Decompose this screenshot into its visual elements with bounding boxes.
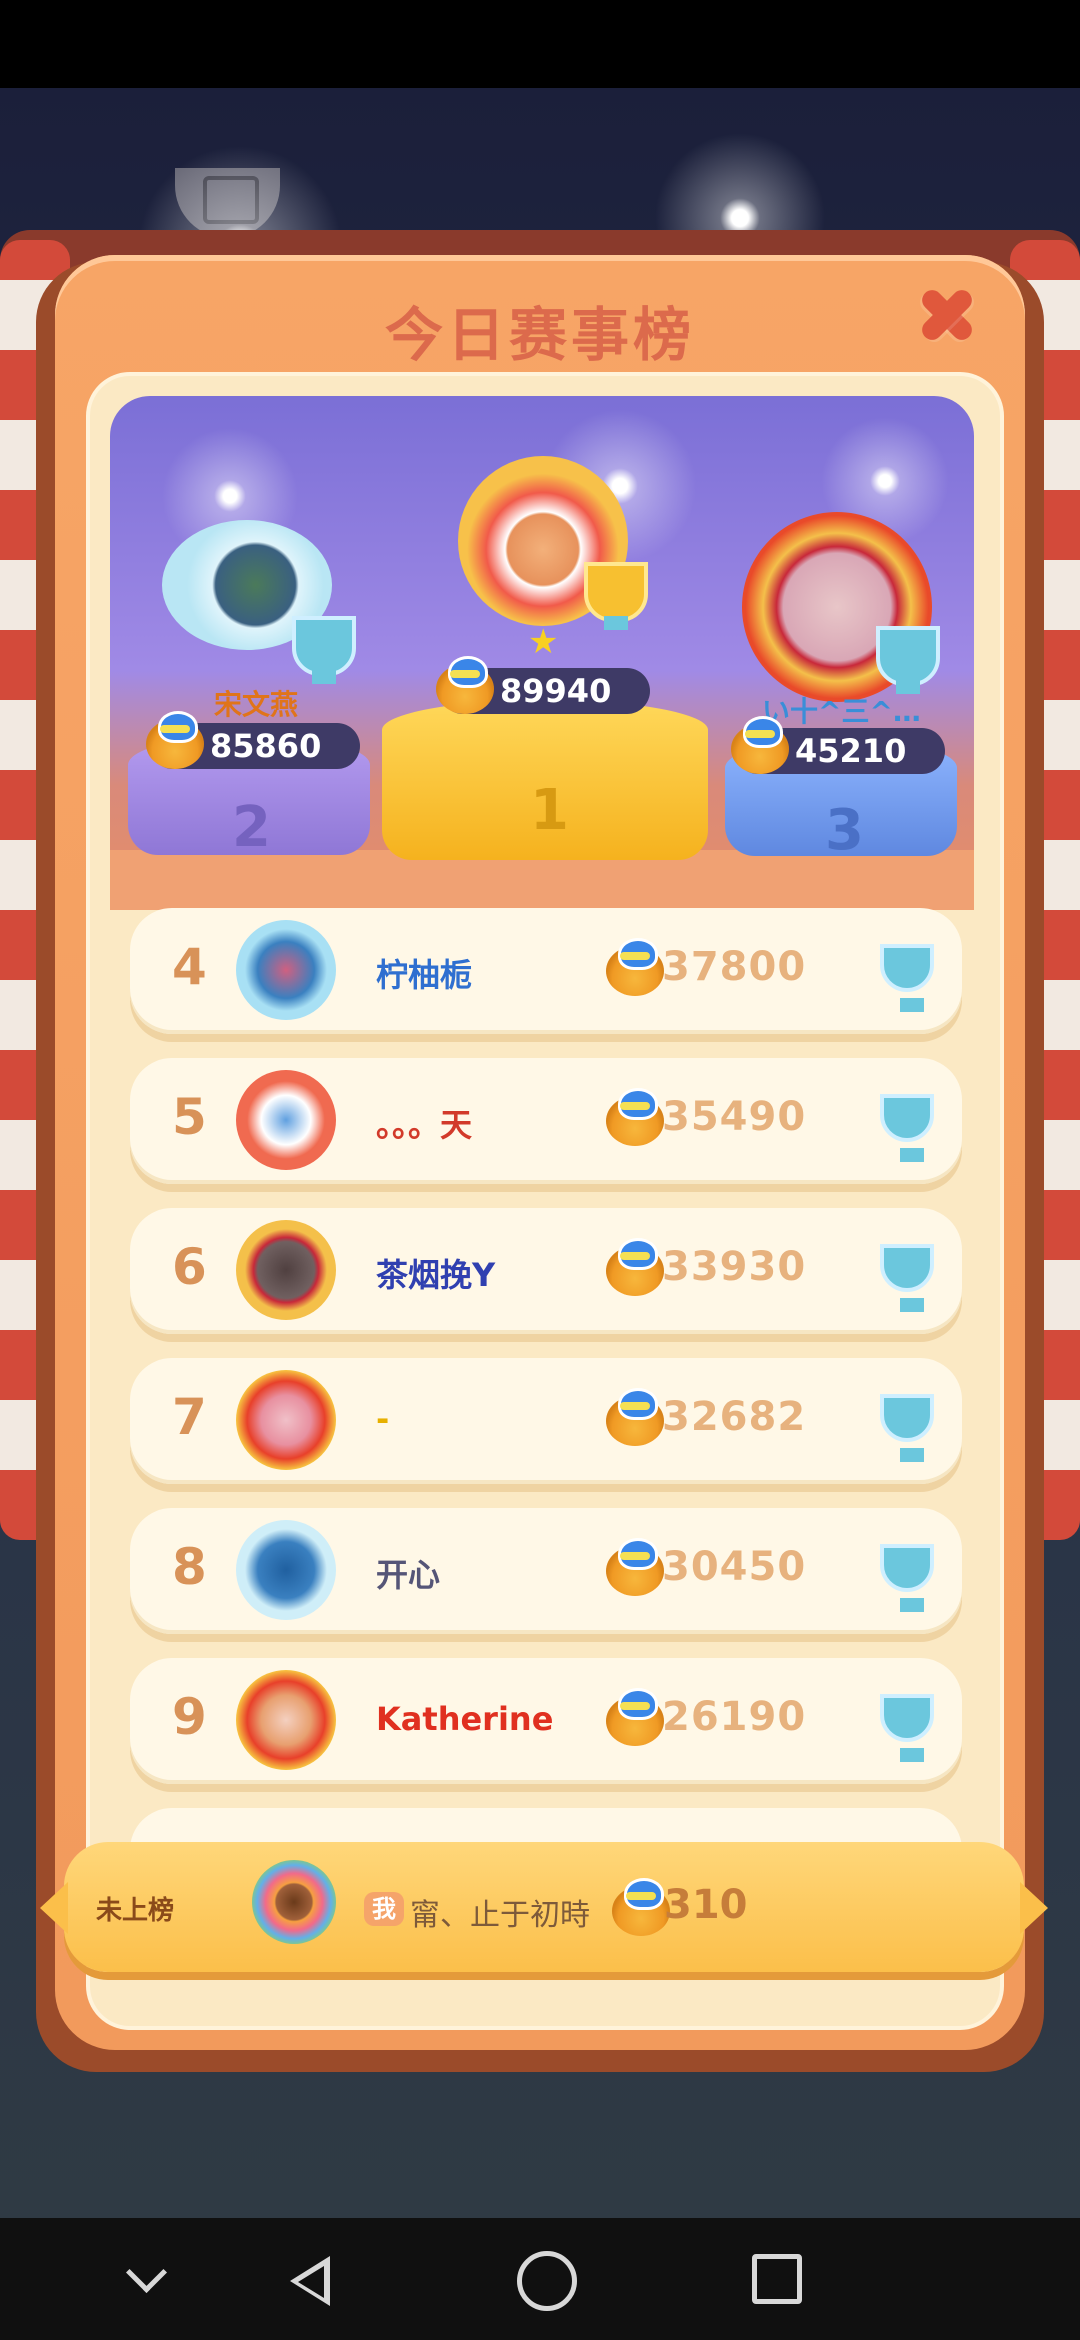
back-icon[interactable] xyxy=(280,2246,350,2316)
rank-number: 1 xyxy=(530,778,569,843)
score-value: 35490 xyxy=(662,1094,807,1140)
trophy-icon[interactable] xyxy=(880,1244,934,1312)
player-name: 开心 xyxy=(376,1556,441,1594)
player-name: 茶烟挽Y xyxy=(376,1256,496,1294)
trophy-icon[interactable] xyxy=(880,1394,934,1462)
trophy-icon[interactable] xyxy=(876,626,940,694)
leaderboard-row[interactable]: 6 茶烟挽Y 33930 xyxy=(130,1208,962,1334)
rank-number: 9 xyxy=(172,1688,207,1746)
leaderboard-row[interactable]: 5 。。。天 35490 xyxy=(130,1058,962,1184)
coin-icon xyxy=(436,656,494,714)
my-name: 甯、止于初時 xyxy=(410,1898,590,1933)
rank-number: 5 xyxy=(172,1088,207,1146)
score-pill-third: 45210 xyxy=(731,716,945,774)
avatar[interactable] xyxy=(236,920,336,1020)
recents-icon[interactable] xyxy=(744,2246,814,2316)
player-name: - xyxy=(376,1400,390,1438)
avatar[interactable] xyxy=(236,1220,336,1320)
score-value: 85860 xyxy=(210,727,322,765)
close-icon[interactable] xyxy=(912,280,982,350)
leaderboard-row[interactable]: 8 开心 30450 xyxy=(130,1508,962,1634)
score-value: 33930 xyxy=(662,1244,807,1290)
score-value: 45210 xyxy=(795,732,907,770)
score-value: 30450 xyxy=(662,1544,807,1590)
score-value: 32682 xyxy=(662,1394,807,1440)
trophy-icon[interactable] xyxy=(292,616,356,684)
player-name: 宋文燕 xyxy=(214,688,299,721)
navigation-bar xyxy=(0,2218,1080,2340)
coin-icon xyxy=(731,716,789,774)
player-name: Katherine xyxy=(376,1700,554,1738)
status-bar xyxy=(0,0,1080,88)
player-name: 柠柚栀 xyxy=(376,956,473,994)
coin-icon xyxy=(606,1088,664,1146)
score-pill-second: 85860 xyxy=(146,711,360,769)
trophy-icon[interactable] xyxy=(880,1094,934,1162)
score-value: 26190 xyxy=(662,1694,807,1740)
my-avatar[interactable] xyxy=(252,1860,336,1944)
score-value: 89940 xyxy=(500,672,612,710)
collapse-icon[interactable] xyxy=(112,2246,182,2316)
avatar[interactable] xyxy=(236,1520,336,1620)
star-icon: ★ xyxy=(528,622,559,662)
avatar[interactable] xyxy=(236,1070,336,1170)
coin-icon xyxy=(146,711,204,769)
leaderboard-row[interactable]: 7 - 32682 xyxy=(130,1358,962,1484)
leaderboard-row[interactable]: 4 柠柚栀 37800 xyxy=(130,908,962,1034)
rank-number: 8 xyxy=(172,1538,207,1596)
rank-number: 7 xyxy=(172,1388,207,1446)
coin-icon xyxy=(612,1878,670,1936)
pedestal-first: 1 xyxy=(382,700,708,860)
coin-icon xyxy=(606,938,664,996)
score-pill-first: 89940 xyxy=(436,656,650,714)
leaderboard-row[interactable]: 9 Katherine 26190 xyxy=(130,1658,962,1784)
my-rank-status: 未上榜 xyxy=(96,1896,175,1926)
trophy-icon[interactable] xyxy=(880,1544,934,1612)
trophy-icon[interactable] xyxy=(880,1694,934,1762)
coin-icon xyxy=(606,1538,664,1596)
avatar[interactable] xyxy=(236,1370,336,1470)
score-value: 37800 xyxy=(662,944,807,990)
avatar[interactable] xyxy=(236,1670,336,1770)
trophy-icon[interactable] xyxy=(880,944,934,1012)
coin-icon xyxy=(606,1688,664,1746)
rank-number: 2 xyxy=(232,795,271,860)
rank-number: 6 xyxy=(172,1238,207,1296)
player-name: 。。。天 xyxy=(376,1106,473,1144)
coin-icon xyxy=(606,1238,664,1296)
rank-number: 3 xyxy=(825,798,864,863)
rank-number: 4 xyxy=(172,938,207,996)
my-score: 310 xyxy=(664,1882,748,1928)
home-icon[interactable] xyxy=(512,2246,582,2316)
trophy-icon[interactable] xyxy=(584,562,648,630)
coin-icon xyxy=(606,1388,664,1446)
player-name: い十^三^… xyxy=(762,695,921,728)
me-badge: 我 xyxy=(364,1892,404,1926)
